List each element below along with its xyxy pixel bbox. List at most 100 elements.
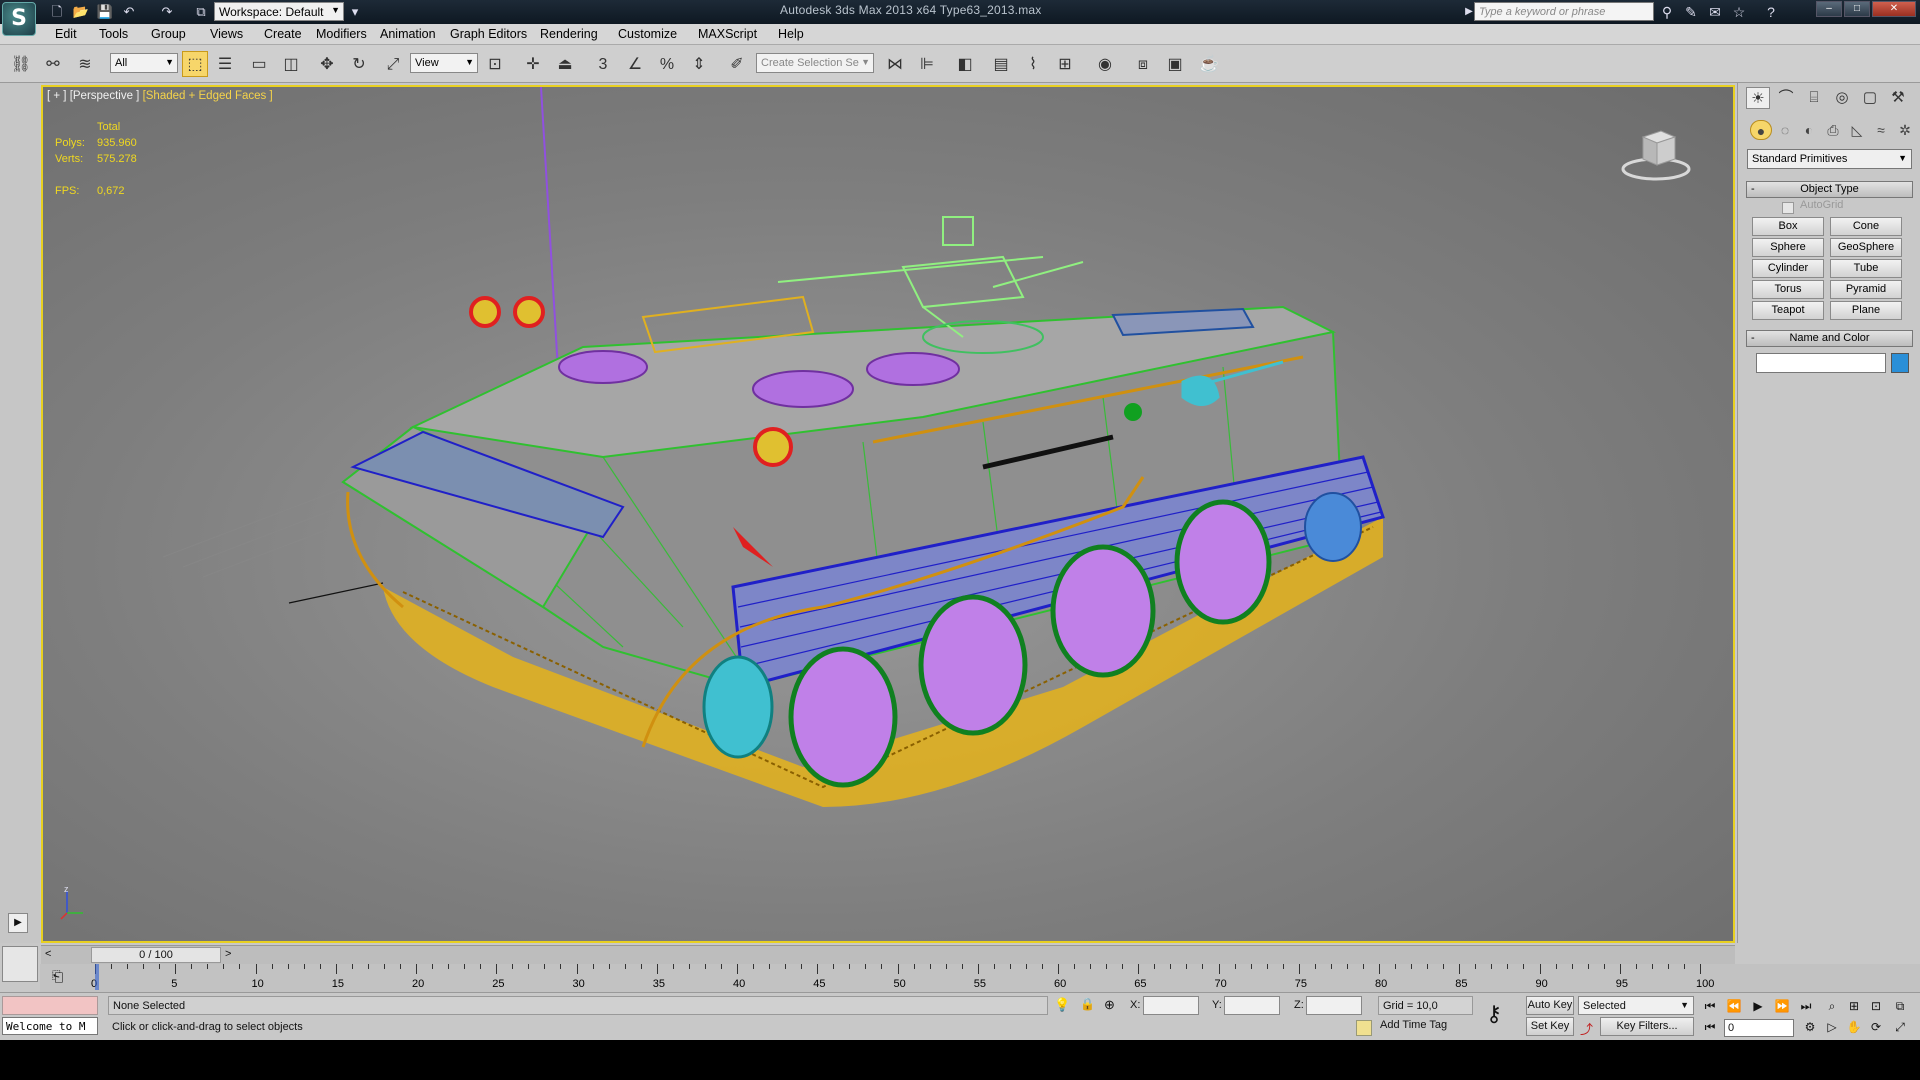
prev-frame-button[interactable]: < [45, 948, 51, 960]
utilities-tab-icon[interactable]: ⚒ [1886, 87, 1910, 109]
hierarchy-tab-icon[interactable]: ⌸ [1802, 87, 1826, 109]
render-setup-icon[interactable]: ⧈ [1130, 51, 1156, 77]
save-file-icon[interactable]: 💾 [96, 3, 114, 20]
workspace-menu-icon[interactable]: ▾ [346, 3, 364, 20]
binoculars-icon[interactable]: ⚲ [1656, 2, 1678, 22]
object-color-swatch[interactable] [1891, 353, 1909, 373]
workspace-dropdown[interactable]: Workspace: Default ▼ [214, 2, 344, 21]
zoom-extents-all-icon[interactable]: ⧉ [1890, 998, 1910, 1014]
geometry-category-icon[interactable]: ● [1750, 120, 1772, 140]
layer-manager-icon[interactable]: ◧ [952, 51, 978, 77]
track-bar[interactable]: ⎗ 05101520253035404550556065707580859095… [40, 964, 1920, 992]
spacewarps-category-icon[interactable]: ≈ [1870, 120, 1892, 140]
set-key-mode-icon[interactable]: ⚷ [1486, 1001, 1502, 1027]
redo-icon[interactable]: ↷ [158, 3, 176, 20]
default-in-out-tangent-icon[interactable]: ⤴ [1580, 1019, 1593, 1038]
menu-modifiers[interactable]: Modifiers [316, 27, 367, 41]
previous-frame-icon[interactable]: ⏪ [1724, 998, 1744, 1014]
move-icon[interactable]: ✥ [314, 51, 340, 77]
object-name-input[interactable] [1756, 353, 1886, 373]
menu-views[interactable]: Views [210, 27, 243, 41]
zoom-extents-icon[interactable]: ⊡ [1866, 998, 1886, 1014]
close-button[interactable]: ✕ [1872, 1, 1916, 17]
spinner-snap-icon[interactable]: ⇕ [686, 51, 712, 77]
snaps-toggle-icon[interactable]: 3 [590, 51, 616, 77]
y-coordinate-input[interactable] [1224, 996, 1280, 1015]
maxscript-listener-input[interactable]: Welcome to M [2, 1017, 98, 1035]
time-config-icon[interactable]: ⚙ [1800, 1019, 1820, 1035]
frame-counter[interactable]: 0 / 100 [91, 947, 221, 963]
cameras-category-icon[interactable]: ⎙ [1822, 120, 1844, 140]
search-input[interactable]: Type a keyword or phrase [1474, 2, 1654, 21]
lights-category-icon[interactable]: ◐ [1798, 120, 1820, 140]
helpers-category-icon[interactable]: ◺ [1846, 120, 1868, 140]
idler-wheel-mesh[interactable] [1304, 492, 1362, 562]
maximize-viewport-icon[interactable]: ⤢ [1890, 1019, 1910, 1035]
autogrid-checkbox[interactable] [1782, 202, 1794, 214]
curve-editor-icon[interactable]: ⌇ [1020, 51, 1046, 77]
z-coordinate-input[interactable] [1306, 996, 1362, 1015]
pivot-center-icon[interactable]: ⊡ [482, 51, 508, 77]
menu-customize[interactable]: Customize [618, 27, 677, 41]
key-mode-toggle-icon[interactable]: ⏮ [1700, 1019, 1720, 1035]
undo-icon[interactable]: ↶ [120, 3, 138, 20]
subscription-icon[interactable]: ✎ [1680, 2, 1702, 22]
edit-named-selection-icon[interactable]: ✐ [724, 51, 750, 77]
modify-tab-icon[interactable]: ⌒ [1774, 87, 1798, 109]
new-file-icon[interactable]: 🗋 [48, 3, 66, 20]
key-filters-button[interactable]: Key Filters... [1600, 1017, 1694, 1036]
hatch-right-mesh[interactable] [866, 352, 960, 386]
zoom-all-icon[interactable]: ⊞ [1844, 998, 1864, 1014]
orbit-icon[interactable]: ⟳ [1866, 1019, 1886, 1035]
box-button[interactable]: Box [1752, 217, 1824, 236]
timeline-ruler[interactable]: 0510152025303540455055606570758085909510… [91, 964, 1720, 992]
window-crossing-icon[interactable]: ◫ [278, 51, 304, 77]
tube-button[interactable]: Tube [1830, 259, 1902, 278]
create-tab-icon[interactable]: ☀ [1746, 87, 1770, 109]
absolute-mode-icon[interactable]: ⊕ [1104, 997, 1115, 1013]
menu-maxscript[interactable]: MAXScript [698, 27, 757, 41]
communication-center-icon[interactable]: ✉ [1704, 2, 1726, 22]
expand-arrow-icon[interactable]: ▶ [8, 913, 28, 933]
hatch-center-mesh[interactable] [752, 370, 854, 408]
open-file-icon[interactable]: 📂 [72, 3, 90, 20]
unlink-icon[interactable]: ⚯ [40, 51, 66, 77]
next-frame-icon[interactable]: ⏩ [1772, 998, 1792, 1014]
bind-space-warp-icon[interactable]: ≋ [72, 51, 98, 77]
systems-category-icon[interactable]: ✲ [1894, 120, 1916, 140]
rendered-frame-window-icon[interactable]: ▣ [1162, 51, 1188, 77]
hatch-left-mesh[interactable] [558, 350, 648, 384]
plane-button[interactable]: Plane [1830, 301, 1902, 320]
teapot-button[interactable]: Teapot [1752, 301, 1824, 320]
cone-button[interactable]: Cone [1830, 217, 1902, 236]
motion-tab-icon[interactable]: ◎ [1830, 87, 1854, 109]
menu-animation[interactable]: Animation [380, 27, 436, 41]
menu-group[interactable]: Group [151, 27, 186, 41]
display-tab-icon[interactable]: ▢ [1858, 87, 1882, 109]
name-and-color-rollout[interactable]: - Name and Color [1746, 330, 1913, 347]
menu-graph-editors[interactable]: Graph Editors [450, 27, 527, 41]
menu-help[interactable]: Help [778, 27, 804, 41]
favorites-star-icon[interactable]: ☆ [1728, 2, 1750, 22]
render-production-icon[interactable]: ☕ [1196, 51, 1222, 77]
go-to-end-icon[interactable]: ⏭ [1796, 998, 1816, 1014]
maxscript-listener-mini[interactable] [2, 996, 98, 1015]
keyboard-shortcut-override-icon[interactable]: ⏏ [552, 51, 578, 77]
perspective-viewport[interactable]: [ + ] [Perspective ] [Shaded + Edged Fac… [41, 85, 1735, 943]
set-key-button[interactable]: Set Key [1526, 1017, 1574, 1036]
pyramid-button[interactable]: Pyramid [1830, 280, 1902, 299]
open-mini-curve-icon[interactable]: ⎗ [52, 968, 63, 985]
drive-sprocket-mesh[interactable] [702, 655, 774, 759]
align-icon[interactable]: ⊫ [914, 51, 940, 77]
lock-selection-icon[interactable]: 🔒 [1080, 997, 1095, 1011]
angle-snap-icon[interactable]: ∠ [622, 51, 648, 77]
reference-coordinate-dropdown[interactable]: View ▼ [410, 53, 478, 73]
time-tag-icon[interactable] [1356, 1020, 1372, 1036]
rotate-icon[interactable]: ↻ [346, 51, 372, 77]
schematic-view-icon[interactable]: ⊞ [1052, 51, 1078, 77]
zoom-icon[interactable]: ⌕ [1822, 998, 1842, 1014]
play-icon[interactable]: ▶ [1748, 998, 1768, 1014]
isolate-selection-icon[interactable]: 💡 [1054, 997, 1070, 1013]
named-selection-dropdown[interactable]: Create Selection Se ▼ [756, 53, 874, 73]
go-to-start-icon[interactable]: ⏮ [1700, 998, 1720, 1014]
